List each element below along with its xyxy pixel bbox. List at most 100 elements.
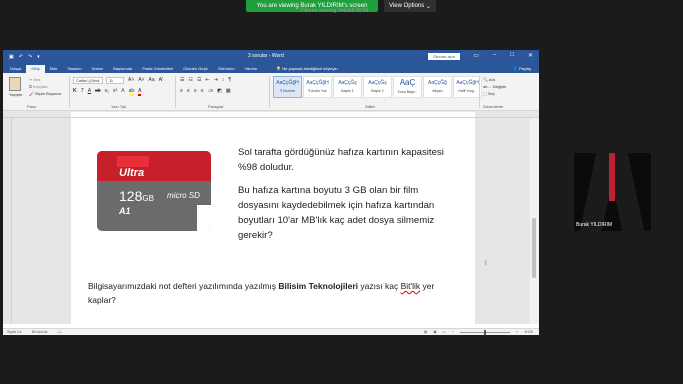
print-layout-icon[interactable]: ▣ (433, 330, 436, 334)
align-left-icon[interactable]: ≡ (180, 88, 183, 94)
save-icon[interactable]: ▣ (9, 54, 14, 60)
find-button[interactable]: 🔍 Ara (483, 77, 506, 82)
format-painter-label: Biçim Boyacısı (35, 91, 62, 96)
font-name-select[interactable]: Calibri (Gövd (73, 77, 103, 84)
italic-icon[interactable]: T (81, 88, 84, 96)
shading-icon[interactable]: ◩ (217, 88, 222, 94)
tab-view[interactable]: Görünüm (213, 66, 240, 73)
style-title[interactable]: AaÇ Konu Başlı... (393, 76, 422, 98)
bullets-icon[interactable]: ☰ (180, 77, 184, 83)
multilevel-list-icon[interactable]: ☲ (197, 77, 201, 83)
tab-references[interactable]: Başvurular (108, 66, 137, 73)
clipboard-group-label: Pano (27, 104, 37, 109)
shrink-font-icon[interactable]: A˅ (138, 77, 144, 83)
word-count[interactable]: 89 sözcük (32, 330, 48, 334)
ribbon-display-icon[interactable]: ▭ (473, 52, 479, 59)
view-options-button[interactable]: View Options ⌄ (384, 0, 436, 12)
web-layout-icon[interactable]: ▭ (443, 330, 446, 334)
document-page[interactable]: Ultra 128GB micro SD A1 Sol tarafta görd… (71, 118, 475, 324)
replace-button[interactable]: ab→ Değiştir (483, 84, 506, 89)
sd-card-image: Ultra 128GB micro SD A1 (97, 151, 211, 231)
align-center-icon[interactable]: ≡ (187, 88, 190, 94)
cut-button[interactable]: ✂ Kes (29, 77, 61, 82)
justify-icon[interactable]: ≡ (201, 88, 204, 94)
borders-icon[interactable]: ▦ (226, 88, 231, 94)
increase-indent-icon[interactable]: ⇥ (214, 77, 218, 83)
change-case-icon[interactable]: Aa (149, 77, 155, 83)
style-preview: AaÇ (399, 78, 416, 87)
minimize-icon[interactable]: – (493, 52, 496, 59)
tab-home[interactable]: Giriş (26, 65, 45, 73)
format-painter-button[interactable]: 🖌 Biçim Boyacısı (29, 91, 61, 96)
style-heading-2[interactable]: AaÇçĞş Başlık 2 (363, 76, 392, 98)
line-spacing-icon[interactable]: ↕≡ (208, 88, 213, 94)
paragraph-mark-icon[interactable]: ¶ (228, 77, 231, 83)
subscript-icon[interactable]: x₂ (105, 88, 109, 96)
card-red-band (97, 151, 211, 181)
redo-icon[interactable]: ↷ (28, 54, 32, 60)
sort-icon[interactable]: ↕ (222, 77, 225, 83)
document-title: 3 sorular - Word (248, 53, 284, 59)
bold-icon[interactable]: K (73, 88, 77, 96)
tab-design[interactable]: Tasarım (62, 66, 86, 73)
style-heading-1[interactable]: AaÇçĞş Başlık 1 (333, 76, 362, 98)
text-effects-icon[interactable]: A (121, 88, 124, 96)
page-count[interactable]: Sayfa 1/1 (7, 330, 22, 334)
tab-review[interactable]: Gözden Geçir (178, 66, 213, 73)
style-subtle-emphasis[interactable]: AaÇçĞğH Hafif Vurg... (453, 76, 482, 98)
font-color-icon[interactable]: A (138, 88, 142, 96)
horizontal-ruler[interactable] (3, 111, 539, 118)
clipboard-icon (9, 77, 21, 91)
undo-icon[interactable]: ↶ (19, 54, 23, 60)
strikethrough-icon[interactable]: ab (95, 88, 101, 96)
vertical-scrollbar[interactable] (530, 118, 539, 324)
align-right-icon[interactable]: ≡ (194, 88, 197, 94)
sign-in-button[interactable]: Oturum açın (428, 53, 461, 60)
title-bar: ▣ ↶ ↷ ▾ 3 sorular - Word Oturum açın ▭ –… (3, 50, 539, 63)
card-micro-logo: micro SD (167, 191, 200, 200)
tab-file[interactable]: Dosya (5, 66, 26, 73)
customize-qat-icon[interactable]: ▾ (37, 54, 40, 60)
vertical-ruler[interactable] (3, 118, 12, 324)
style-preview: AaÇçĞğH (456, 80, 479, 86)
style-preview: AaÇçĞğ (428, 80, 447, 86)
proofing-icon[interactable]: 📖 (58, 330, 62, 334)
select-button[interactable]: ⬚ Seç (483, 91, 506, 96)
tab-insert[interactable]: Ekle (45, 66, 63, 73)
zoom-out-icon[interactable]: − (452, 330, 454, 334)
tell-me-box[interactable]: 💡 Ne yapmak istediğinizi söyleyin (262, 66, 343, 73)
status-bar: Sayfa 1/1 89 sözcük 📖 ▤ ▣ ▭ − + %130 (3, 328, 539, 335)
style-normal[interactable]: AaÇçĞğH ¶ Normal (273, 76, 302, 98)
style-name: ¶ Aralık Yok (308, 89, 327, 93)
tab-help[interactable]: Yardım (240, 66, 263, 73)
style-subtitle[interactable]: AaÇçĞğ Altyazı (423, 76, 452, 98)
close-icon[interactable]: ✕ (528, 52, 533, 59)
maximize-icon[interactable]: □ (510, 52, 514, 59)
zoom-in-icon[interactable]: + (516, 330, 518, 334)
zoom-level[interactable]: %130 (524, 330, 533, 334)
paste-button[interactable]: Yapıştır (9, 77, 23, 97)
superscript-icon[interactable]: x² (113, 88, 117, 96)
scroll-thumb[interactable] (532, 218, 536, 278)
share-button[interactable]: 👤 Paylaş (513, 66, 531, 71)
font-size-select[interactable]: 11 (106, 77, 124, 84)
clear-format-icon[interactable]: A̸ (159, 77, 162, 83)
question-2: Bilgisayarımızdaki not defteri yazılımın… (88, 279, 458, 307)
view-options-label: View Options (389, 3, 425, 9)
style-preview: AaÇçĞğH (306, 80, 329, 86)
zoom-slider[interactable] (460, 329, 510, 335)
decrease-indent-icon[interactable]: ⇤ (205, 77, 209, 83)
card-capacity-unit: GB (142, 194, 154, 203)
ribbon-separator (269, 76, 270, 108)
numbering-icon[interactable]: ☷ (188, 77, 192, 83)
presenter-name: Burak YILDIRIM (576, 222, 613, 228)
tab-layout[interactable]: Düzen (87, 66, 109, 73)
copy-button[interactable]: ⧉ Kopyala (29, 84, 61, 89)
style-no-spacing[interactable]: AaÇçĞğH ¶ Aralık Yok (303, 76, 332, 98)
underline-icon[interactable]: A (88, 88, 91, 96)
presenter-tie (609, 153, 615, 201)
tab-mailings[interactable]: Posta Gönderileri (137, 66, 178, 73)
highlight-icon[interactable]: ab (128, 88, 135, 96)
read-mode-icon[interactable]: ▤ (424, 330, 427, 334)
grow-font-icon[interactable]: A˄ (128, 77, 134, 83)
